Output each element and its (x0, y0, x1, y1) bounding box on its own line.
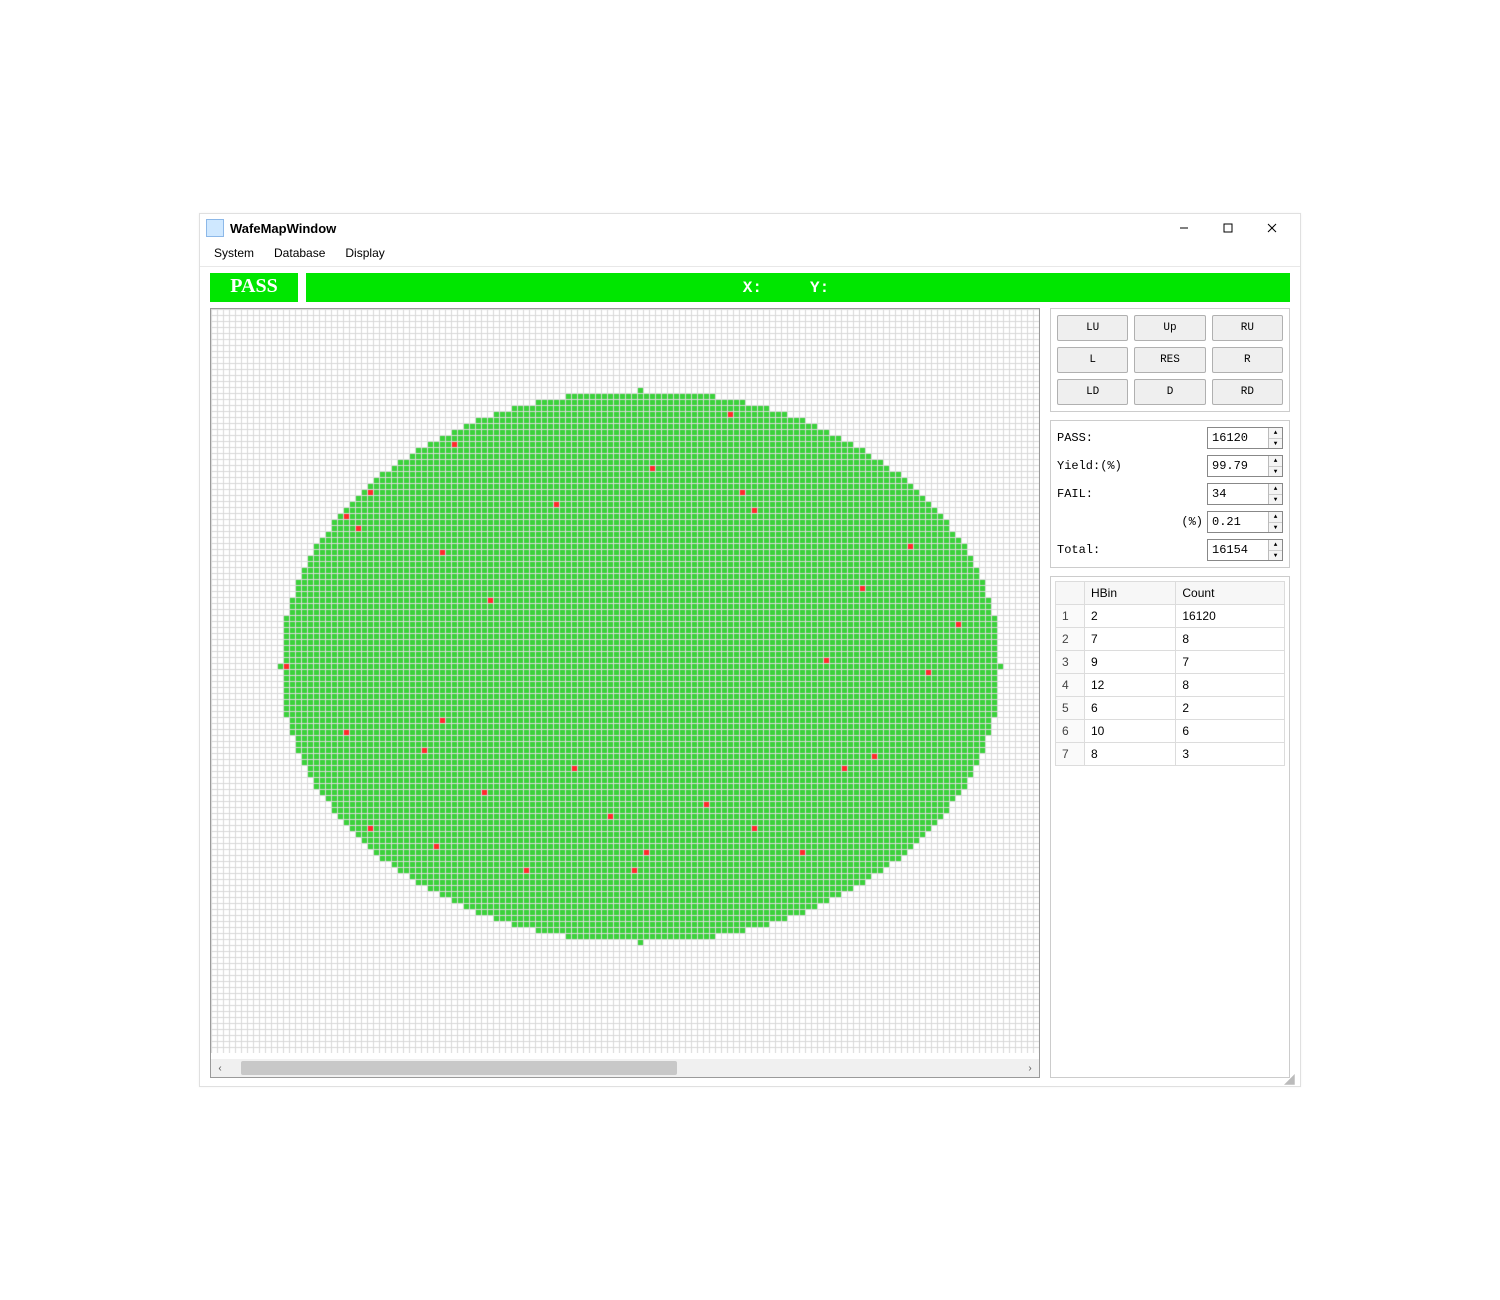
table-row[interactable]: 1216120 (1056, 605, 1285, 628)
menu-database[interactable]: Database (264, 244, 335, 262)
pass-spinner[interactable]: ▲▼ (1207, 427, 1283, 449)
table-row[interactable]: 397 (1056, 651, 1285, 674)
failpct-spinner[interactable]: ▲▼ (1207, 511, 1283, 533)
bin-row-idx: 5 (1056, 697, 1085, 720)
close-button[interactable] (1250, 216, 1294, 240)
coord-x-label: X: (743, 279, 762, 297)
total-label: Total: (1057, 543, 1203, 557)
fail-label: FAIL: (1057, 487, 1203, 501)
fail-spin-up-icon[interactable]: ▲ (1269, 484, 1282, 495)
yield-label: Yield:(%) (1057, 459, 1203, 473)
menubar: System Database Display (200, 242, 1300, 267)
menu-display[interactable]: Display (335, 244, 394, 262)
status-badge: PASS (210, 273, 298, 302)
nav-ld-button[interactable]: LD (1057, 379, 1128, 405)
maximize-button[interactable] (1206, 216, 1250, 240)
pass-label: PASS: (1057, 431, 1203, 445)
bin-col-count[interactable]: Count (1176, 582, 1285, 605)
status-row: PASS X: Y: (200, 267, 1300, 306)
bin-row-idx: 7 (1056, 743, 1085, 766)
bin-row-count: 7 (1176, 651, 1285, 674)
horizontal-scrollbar[interactable]: ‹ › (211, 1059, 1039, 1077)
yield-spinner[interactable]: ▲▼ (1207, 455, 1283, 477)
app-window: WafeMapWindow System Database Display PA… (199, 213, 1301, 1087)
pass-value-input[interactable] (1208, 431, 1268, 445)
content-row: ‹ › LU Up RU L RES R (200, 306, 1300, 1086)
bin-row-hbin: 9 (1085, 651, 1176, 674)
wafer-map-viewport[interactable] (211, 309, 1039, 1059)
bin-row-idx: 4 (1056, 674, 1085, 697)
bin-col-hbin[interactable]: HBin (1085, 582, 1176, 605)
nav-lu-button[interactable]: LU (1057, 315, 1128, 341)
bin-row-hbin: 12 (1085, 674, 1176, 697)
titlebar: WafeMapWindow (200, 214, 1300, 242)
scroll-track[interactable] (229, 1059, 1021, 1077)
stats-grid: PASS: ▲▼ Yield:(%) ▲▼ FAIL: (1050, 420, 1290, 568)
bin-row-idx: 3 (1056, 651, 1085, 674)
bin-row-idx: 1 (1056, 605, 1085, 628)
bin-row-idx: 2 (1056, 628, 1085, 651)
bin-row-count: 2 (1176, 697, 1285, 720)
nav-r-button[interactable]: R (1212, 347, 1283, 373)
total-spin-down-icon[interactable]: ▼ (1269, 551, 1282, 561)
bin-col-idx (1056, 582, 1085, 605)
failpct-label: (%) (1057, 515, 1203, 529)
nav-d-button[interactable]: D (1134, 379, 1205, 405)
total-spinner[interactable]: ▲▼ (1207, 539, 1283, 561)
pass-spin-down-icon[interactable]: ▼ (1269, 439, 1282, 449)
total-spin-up-icon[interactable]: ▲ (1269, 540, 1282, 551)
fail-value-input[interactable] (1208, 487, 1268, 501)
bin-row-hbin: 6 (1085, 697, 1176, 720)
nav-ru-button[interactable]: RU (1212, 315, 1283, 341)
coord-y-label: Y: (810, 279, 829, 297)
table-row[interactable]: 783 (1056, 743, 1285, 766)
menu-system[interactable]: System (204, 244, 264, 262)
table-row[interactable]: 278 (1056, 628, 1285, 651)
bin-table[interactable]: HBin Count 121612027839741285626106783 (1055, 581, 1285, 766)
bin-row-hbin: 10 (1085, 720, 1176, 743)
bin-row-hbin: 2 (1085, 605, 1176, 628)
nav-grid: LU Up RU L RES R LD D RD (1050, 308, 1290, 412)
yield-value-input[interactable] (1208, 459, 1268, 473)
yield-spin-up-icon[interactable]: ▲ (1269, 456, 1282, 467)
window-title: WafeMapWindow (230, 221, 336, 236)
bin-row-count: 16120 (1176, 605, 1285, 628)
bin-row-count: 8 (1176, 674, 1285, 697)
nav-l-button[interactable]: L (1057, 347, 1128, 373)
nav-up-button[interactable]: Up (1134, 315, 1205, 341)
app-icon (206, 219, 224, 237)
scroll-thumb[interactable] (241, 1061, 677, 1075)
coord-bar: X: Y: (306, 273, 1290, 302)
table-row[interactable]: 4128 (1056, 674, 1285, 697)
failpct-spin-down-icon[interactable]: ▼ (1269, 523, 1282, 533)
resize-grip-icon[interactable]: ◢ (1284, 1070, 1298, 1084)
bin-row-count: 3 (1176, 743, 1285, 766)
bin-row-hbin: 8 (1085, 743, 1176, 766)
scroll-right-arrow-icon[interactable]: › (1021, 1059, 1039, 1077)
scroll-left-arrow-icon[interactable]: ‹ (211, 1059, 229, 1077)
failpct-spin-up-icon[interactable]: ▲ (1269, 512, 1282, 523)
table-row[interactable]: 562 (1056, 697, 1285, 720)
bin-row-count: 6 (1176, 720, 1285, 743)
wafer-map-panel: ‹ › (210, 308, 1040, 1078)
bin-row-idx: 6 (1056, 720, 1085, 743)
failpct-value-input[interactable] (1208, 515, 1268, 529)
wafer-map-canvas[interactable] (211, 309, 1039, 1053)
bin-panel: HBin Count 121612027839741285626106783 (1050, 576, 1290, 1078)
fail-spin-down-icon[interactable]: ▼ (1269, 495, 1282, 505)
yield-spin-down-icon[interactable]: ▼ (1269, 467, 1282, 477)
total-value-input[interactable] (1208, 543, 1268, 557)
side-panel: LU Up RU L RES R LD D RD PASS: (1050, 308, 1290, 1078)
table-row[interactable]: 6106 (1056, 720, 1285, 743)
bin-row-count: 8 (1176, 628, 1285, 651)
pass-spin-up-icon[interactable]: ▲ (1269, 428, 1282, 439)
minimize-button[interactable] (1162, 216, 1206, 240)
fail-spinner[interactable]: ▲▼ (1207, 483, 1283, 505)
bin-row-hbin: 7 (1085, 628, 1176, 651)
nav-res-button[interactable]: RES (1134, 347, 1205, 373)
nav-rd-button[interactable]: RD (1212, 379, 1283, 405)
